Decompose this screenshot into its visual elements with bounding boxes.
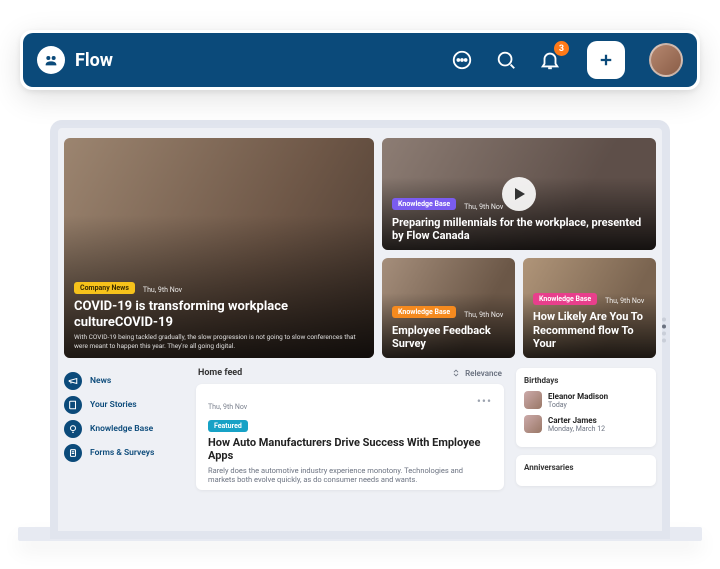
clipboard-icon (64, 444, 82, 462)
chat-icon[interactable] (449, 47, 475, 73)
header-wrap: Flow 3 (20, 30, 700, 90)
article-title: COVID-19 is transforming workplace cultu… (74, 299, 364, 330)
person-sub: Today (548, 401, 608, 409)
sidebar-item-label: Knowledge Base (90, 424, 153, 434)
feed-header: Home feed Relevance (196, 368, 504, 378)
category-chip: Knowledge Base (392, 198, 456, 210)
hero-card-small[interactable]: Knowledge Base Thu, 9th Nov Employee Fee… (382, 258, 515, 358)
side-column: Birthdays Eleanor Madison Today Carter J… (516, 368, 656, 494)
panel-heading: Anniversaries (524, 463, 648, 472)
article-excerpt: Rarely does the automotive industry expe… (208, 466, 492, 484)
anniversaries-panel: Anniversaries (516, 455, 656, 486)
book-icon (64, 396, 82, 414)
add-button[interactable] (587, 41, 625, 79)
carousel-dots[interactable] (662, 317, 666, 342)
lightbulb-icon (64, 420, 82, 438)
app-header: Flow 3 (23, 33, 697, 87)
brand-logo[interactable]: Flow (37, 46, 113, 74)
sidebar-item-label: News (90, 376, 111, 386)
article-title: How Auto Manufacturers Drive Success Wit… (208, 436, 492, 462)
avatar (524, 415, 542, 433)
article-date: Thu, 9th Nov (464, 203, 503, 211)
hero-card-main[interactable]: Company News Thu, 9th Nov COVID-19 is tr… (64, 138, 374, 358)
app-canvas: Company News Thu, 9th Nov COVID-19 is tr… (50, 120, 670, 539)
article-title: Preparing millennials for the workplace,… (392, 216, 646, 242)
article-date: Thu, 9th Nov (143, 286, 182, 294)
sidebar-item-news[interactable]: News (64, 372, 184, 390)
person-row[interactable]: Eleanor Madison Today (524, 391, 648, 409)
feed-sort-button[interactable]: Relevance (451, 368, 502, 378)
page-frame: Company News Thu, 9th Nov COVID-19 is tr… (0, 0, 720, 569)
logo-icon (37, 46, 65, 74)
hero-card-small[interactable]: Knowledge Base Thu, 9th Nov How Likely A… (523, 258, 656, 358)
sidebar-nav: News Your Stories Knowledge Base (64, 368, 184, 494)
feed-heading: Home feed (198, 368, 242, 378)
search-icon[interactable] (493, 47, 519, 73)
article-title: How Likely Are You To Recommend flow To … (533, 310, 646, 350)
panel-heading: Birthdays (524, 376, 648, 385)
sidebar-item-kb[interactable]: Knowledge Base (64, 420, 184, 438)
sidebar-item-stories[interactable]: Your Stories (64, 396, 184, 414)
brand-label: Flow (75, 50, 113, 71)
sidebar-item-label: Your Stories (90, 400, 137, 410)
more-menu-icon[interactable]: ••• (477, 394, 492, 408)
article-date: Thu, 9th Nov (605, 297, 644, 305)
hero-small-row: Knowledge Base Thu, 9th Nov Employee Fee… (382, 258, 656, 358)
category-chip: Company News (74, 282, 135, 294)
avatar (524, 391, 542, 409)
header-actions: 3 (449, 41, 683, 79)
notification-badge: 3 (554, 41, 569, 56)
article-title: Employee Feedback Survey (392, 324, 505, 350)
feed-article-card[interactable]: ••• Thu, 9th Nov Featured How Auto Manuf… (196, 384, 504, 490)
person-row[interactable]: Carter James Monday, March 12 (524, 415, 648, 433)
category-chip: Knowledge Base (533, 293, 597, 305)
article-date: Thu, 9th Nov (208, 403, 247, 411)
person-name: Eleanor Madison (548, 392, 608, 401)
notifications-icon[interactable]: 3 (537, 47, 563, 73)
hero-grid: Company News Thu, 9th Nov COVID-19 is tr… (64, 138, 656, 358)
feed-sort-label: Relevance (465, 369, 502, 378)
megaphone-icon (64, 372, 82, 390)
sidebar-item-forms[interactable]: Forms & Surveys (64, 444, 184, 462)
lower-layout: News Your Stories Knowledge Base (64, 368, 656, 494)
sidebar-item-label: Forms & Surveys (90, 448, 154, 458)
featured-tag: Featured (208, 420, 248, 432)
birthdays-panel: Birthdays Eleanor Madison Today Carter J… (516, 368, 656, 447)
sort-icon (451, 368, 461, 378)
article-excerpt: With COVID-19 being tackled gradually, t… (74, 333, 364, 350)
hero-card-video[interactable]: Knowledge Base Thu, 9th Nov Preparing mi… (382, 138, 656, 250)
category-chip: Knowledge Base (392, 306, 456, 318)
article-date: Thu, 9th Nov (464, 311, 503, 319)
person-name: Carter James (548, 416, 605, 425)
person-sub: Monday, March 12 (548, 425, 605, 433)
user-avatar[interactable] (649, 43, 683, 77)
feed-column: Home feed Relevance ••• Thu, 9th Nov Fea… (196, 368, 504, 494)
